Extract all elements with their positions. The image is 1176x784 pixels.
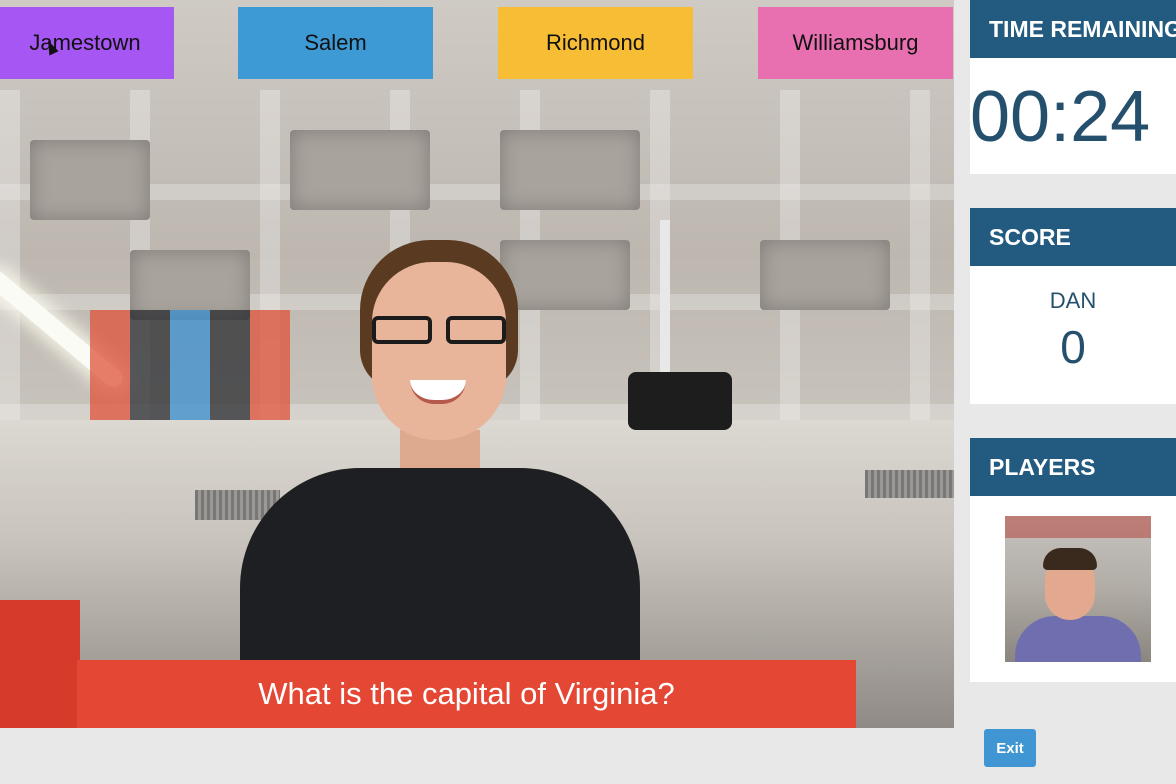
player-video-thumbnail[interactable] — [1005, 516, 1151, 662]
participant-face — [372, 262, 506, 440]
exit-button[interactable]: Exit — [984, 729, 1036, 767]
players-panel: PLAYERS — [970, 438, 1176, 682]
ceiling-panel — [760, 240, 890, 310]
score-header: SCORE — [970, 208, 1176, 266]
answer-button-3[interactable]: Richmond — [498, 7, 693, 79]
glasses-icon — [368, 316, 510, 348]
answer-button-4[interactable]: Williamsburg — [758, 7, 953, 79]
answer-button-1[interactable]: Jamestown — [0, 7, 174, 79]
score-value: 0 — [1060, 321, 1086, 373]
player-shirt — [1015, 616, 1141, 662]
player-hair — [1043, 548, 1097, 570]
answer-label-2: Salem — [304, 30, 367, 55]
timer-panel: TIME REMAINING 00:24 — [970, 0, 1176, 174]
wall-vent — [865, 470, 954, 498]
answer-label-3: Richmond — [545, 30, 646, 55]
players-list — [970, 496, 1176, 682]
glasses-lens — [372, 316, 432, 344]
ceiling-panel — [500, 130, 640, 210]
glasses-lens — [446, 316, 506, 344]
question-banner: What is the capital of Virginia? — [77, 660, 856, 728]
ceiling-panel — [290, 130, 430, 210]
red-object — [0, 600, 80, 728]
thumbnail-background — [1005, 516, 1151, 538]
score-panel: SCORE DAN 0 — [970, 208, 1176, 404]
score-player-name: DAN — [1049, 288, 1097, 313]
question-text: What is the capital of Virginia? — [258, 676, 675, 711]
projector — [628, 372, 732, 430]
video-feed — [0, 0, 954, 728]
answer-button-2[interactable]: Salem — [238, 7, 433, 79]
score-body: DAN 0 — [970, 266, 1176, 404]
participant — [240, 240, 640, 728]
timer-header: TIME REMAINING — [970, 0, 1176, 58]
timer-value: 00:24 — [970, 77, 1151, 157]
shirt-graphic — [90, 310, 290, 420]
ceiling-panel — [30, 140, 150, 220]
answer-label-4: Williamsburg — [792, 30, 919, 55]
players-header: PLAYERS — [970, 438, 1176, 496]
projector-mount — [660, 220, 670, 375]
